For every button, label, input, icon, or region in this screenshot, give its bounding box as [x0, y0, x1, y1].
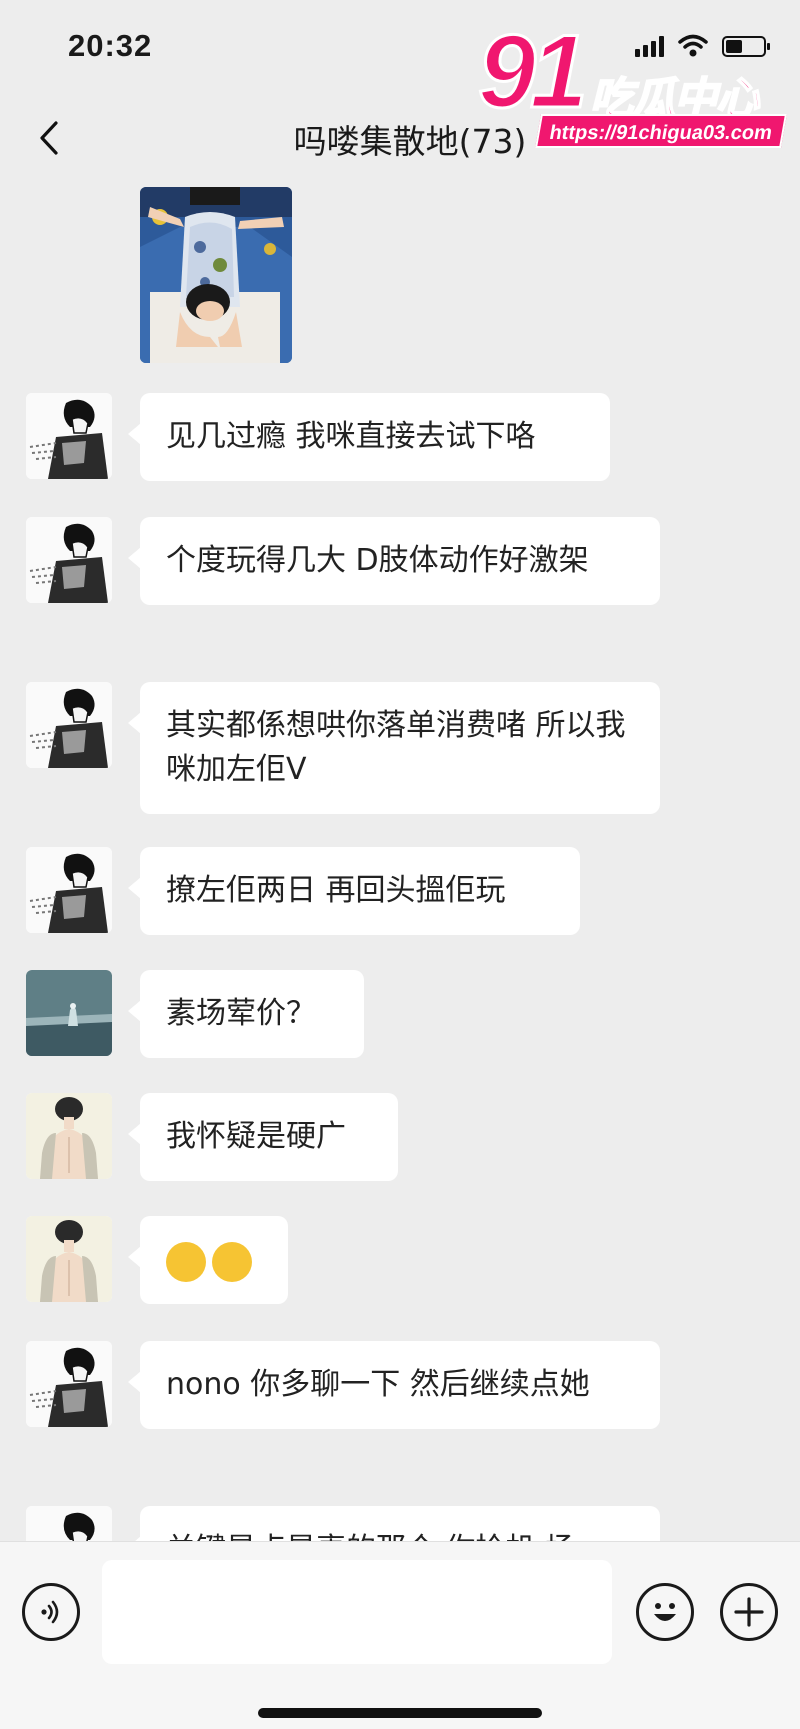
message-bubble[interactable]: 个度玩得几大 D肢体动作好激架 — [128, 517, 660, 605]
message-text: 撩左佢两日 再回头搵佢玩 — [166, 873, 506, 908]
message-bubble[interactable]: 撩左佢两日 再回头搵佢玩 — [128, 847, 580, 935]
message-bubble[interactable]: 我怀疑是硬广 — [128, 1093, 398, 1181]
avatar[interactable] — [26, 1216, 112, 1302]
voice-wave-icon[interactable] — [22, 1583, 80, 1641]
smiley-face-icon[interactable] — [636, 1583, 694, 1641]
message-text: 其实都係想哄你落单消费啫 所以我咪加左佢V — [166, 708, 626, 787]
watermark-number: 91 — [477, 14, 590, 130]
message-bubble[interactable]: nono 你多聊一下 然后继续点她 — [128, 1341, 660, 1429]
message-bubble[interactable]: 其实都係想哄你落单消费啫 所以我咪加左佢V — [128, 682, 660, 814]
message-text: nono 你多聊一下 然后继续点她 — [166, 1367, 590, 1402]
hand-over-mouth-emoji: 🤭 — [166, 1242, 206, 1282]
message-text: 见几过瘾 我咪直接去试下咯 — [166, 419, 536, 454]
message-bubble[interactable]: 见几过瘾 我咪直接去试下咯 — [128, 393, 610, 481]
avatar[interactable] — [26, 847, 112, 933]
message-bubble[interactable]: 素场荤价？ — [128, 970, 364, 1058]
avatar[interactable] — [26, 517, 112, 603]
status-time: 20:32 — [68, 28, 153, 63]
avatar[interactable] — [26, 1093, 112, 1179]
message-bubble[interactable]: 关键是点是衷的那个 你拎机 场 — [128, 1506, 660, 1541]
message-text: 素场荤价？ — [166, 996, 316, 1031]
avatar[interactable] — [26, 1341, 112, 1427]
watermark-url: https://91chigua03.com — [535, 114, 788, 148]
hand-over-mouth-emoji: 🤭 — [212, 1242, 252, 1282]
emoji-group: 🤭🤭 — [166, 1238, 262, 1282]
message-list[interactable]: 见几过瘾 我咪直接去试下咯个度玩得几大 D肢体动作好激架其实都係想哄你落单消费啫… — [0, 183, 800, 1541]
message-text: 个度玩得几大 D肢体动作好激架 — [166, 543, 589, 578]
avatar[interactable] — [26, 682, 112, 768]
avatar[interactable] — [26, 970, 112, 1056]
message-text: 关键是点是衷的那个 你拎机 场 — [166, 1532, 575, 1541]
avatar[interactable] — [26, 393, 112, 479]
plus-circle-icon[interactable] — [720, 1583, 778, 1641]
message-input[interactable] — [102, 1560, 612, 1664]
avatar[interactable] — [26, 1506, 112, 1541]
watermark-logo: 91 吃瓜中心 https://91chigua03.com — [477, 19, 788, 152]
input-bar — [0, 1541, 800, 1729]
image-message[interactable] — [140, 187, 292, 363]
message-bubble[interactable]: 🤭🤭 — [128, 1216, 288, 1304]
message-text: 我怀疑是硬广 — [166, 1119, 346, 1154]
home-indicator[interactable] — [258, 1708, 542, 1718]
photo-image — [140, 187, 292, 363]
